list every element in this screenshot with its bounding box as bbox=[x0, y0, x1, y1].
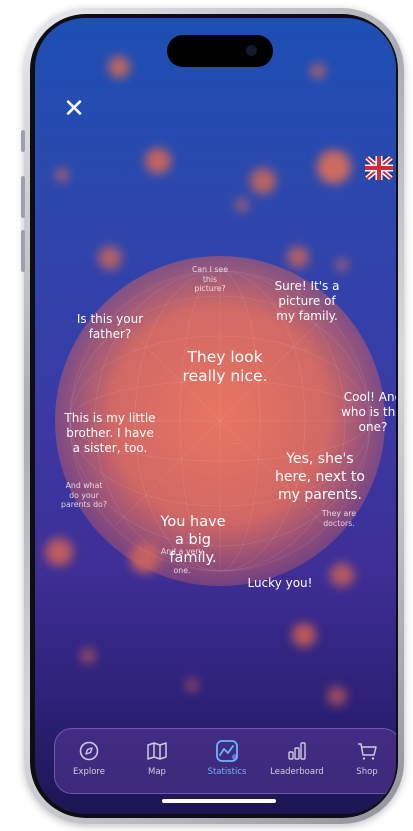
home-indicator[interactable] bbox=[162, 799, 276, 803]
bokeh-light bbox=[317, 150, 351, 184]
phrase-faint-center: · · · bbox=[231, 442, 239, 447]
dynamic-island bbox=[167, 35, 273, 67]
action-button bbox=[21, 130, 25, 152]
volume-down-button bbox=[21, 230, 25, 272]
bottom-nav: Explore Map Statistics Leaderboard Shop bbox=[54, 728, 396, 794]
bokeh-light bbox=[145, 148, 171, 174]
nav-label: Shop bbox=[356, 767, 378, 777]
bokeh-light bbox=[310, 63, 326, 79]
nav-label: Statistics bbox=[207, 767, 247, 777]
bokeh-light bbox=[250, 168, 276, 194]
nav-item-explore[interactable]: Explore bbox=[59, 735, 119, 787]
close-icon[interactable]: ✕ bbox=[61, 96, 87, 122]
phrase-faint-left: · · · bbox=[106, 381, 114, 386]
phrase-faint-right: · · · bbox=[306, 340, 314, 345]
nav-label: Explore bbox=[73, 767, 105, 777]
phrase-lucky-you[interactable]: Lucky you! bbox=[240, 576, 320, 591]
phrase-is-this-father[interactable]: Is this your father? bbox=[60, 312, 160, 342]
phrase-they-look[interactable]: They look really nice. bbox=[170, 348, 280, 386]
nav-label: Map bbox=[148, 767, 166, 777]
phrase-yes-shes[interactable]: Yes, she's here, next to my parents. bbox=[260, 450, 380, 504]
phrase-they-are-doctors[interactable]: They are doctors. bbox=[314, 509, 364, 528]
camera-icon bbox=[246, 45, 257, 56]
bokeh-light bbox=[80, 648, 96, 664]
leaderboard-icon bbox=[288, 742, 306, 760]
nav-item-statistics[interactable]: Statistics bbox=[197, 735, 257, 787]
map-icon bbox=[147, 742, 167, 760]
volume-up-button bbox=[21, 176, 25, 218]
nav-label: Leaderboard bbox=[270, 767, 324, 777]
nav-item-leaderboard[interactable]: Leaderboard bbox=[267, 735, 327, 787]
bokeh-light bbox=[55, 168, 69, 182]
phrase-what-parents[interactable]: And what do your parents do? bbox=[55, 481, 113, 510]
bokeh-light bbox=[327, 686, 347, 706]
uk-flag-icon[interactable] bbox=[365, 156, 393, 180]
bokeh-light bbox=[185, 678, 199, 692]
phrase-and-a-very[interactable]: And a very one. bbox=[157, 547, 207, 576]
statistics-icon bbox=[216, 740, 238, 762]
bokeh-light bbox=[108, 56, 130, 78]
cart-icon bbox=[358, 743, 377, 760]
bokeh-light bbox=[235, 198, 249, 212]
compass-icon bbox=[79, 741, 99, 761]
phrase-sure[interactable]: Sure! It's a picture of my family. bbox=[260, 279, 354, 324]
bokeh-light bbox=[292, 623, 316, 647]
app-screen: ✕ Can I see this picture? Sure! It's a p… bbox=[35, 18, 396, 814]
nav-item-map[interactable]: Map bbox=[127, 735, 187, 787]
phrase-cool[interactable]: Cool! And who is this one? bbox=[338, 390, 396, 435]
phrase-can-i-see[interactable]: Can I see this picture? bbox=[180, 265, 240, 294]
nav-item-shop[interactable]: Shop bbox=[337, 735, 396, 787]
phrase-little-brother[interactable]: This is my little brother. I have a sist… bbox=[50, 411, 170, 456]
